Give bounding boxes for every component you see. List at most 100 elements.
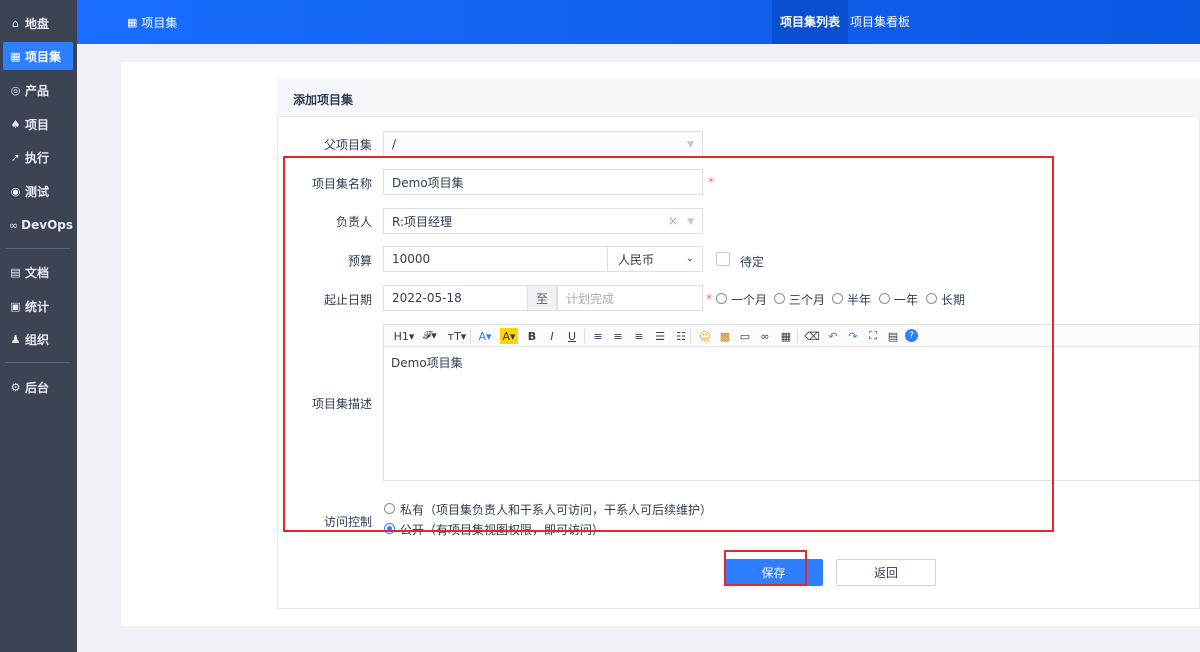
sidebar-item-label: 执行: [25, 150, 50, 165]
font-family-icon[interactable]: 𝓕▾: [420, 328, 440, 344]
sidebar-item-7[interactable]: ▤ 文档: [3, 258, 73, 286]
access-private-radio[interactable]: [384, 503, 395, 514]
sidebar-item-9[interactable]: ♟ 组织: [3, 325, 73, 353]
parent-program-select[interactable]: / ▼: [383, 131, 703, 157]
quick-date-label: 一年: [894, 293, 919, 307]
tab-program-kanban[interactable]: 项目集看板: [842, 0, 918, 44]
currency-select[interactable]: 人民币 ⌄: [608, 246, 703, 272]
doc-icon: ▤: [10, 265, 21, 279]
breadcrumb-label: 项目集: [141, 16, 178, 30]
sidebar-item-1[interactable]: ▦ 项目集: [3, 42, 73, 70]
budget-value: 10000: [392, 252, 431, 266]
fullscreen-icon[interactable]: ⛶: [865, 328, 881, 344]
sidebar-item-label: DevOps: [21, 218, 74, 232]
table-icon[interactable]: ▦: [778, 328, 794, 344]
grid-icon: ▦: [10, 49, 21, 63]
sidebar-item-3[interactable]: ♠ 项目: [3, 110, 73, 138]
save-button[interactable]: 保存: [724, 559, 823, 586]
access-private-label: 私有（项目集负责人和干系人可访问，干系人可后续维护）: [400, 503, 713, 517]
sidebar-item-4[interactable]: ➚ 执行: [3, 143, 73, 171]
quick-date-radio[interactable]: [926, 293, 937, 304]
tab-program-list[interactable]: 项目集列表: [772, 0, 849, 44]
sidebar: ⌂ 地盘 ▦ 项目集 ◎ 产品 ♠ 项目 ➚ 执行 ◉ 测试 ∞ DevOps ▤ 文档 ▣ 统计 ♟ 组织 ⚙ 后台: [0, 0, 77, 652]
owner-value: R:项目经理: [392, 214, 453, 229]
emoticon-icon[interactable]: ☺: [697, 328, 713, 344]
back-button[interactable]: 返回: [836, 559, 936, 586]
font-color-icon[interactable]: A▾: [476, 328, 494, 344]
heading-icon[interactable]: H1▾: [392, 328, 416, 344]
sidebar-item-5[interactable]: ◉ 测试: [3, 177, 73, 205]
start-date-input[interactable]: 2022-05-18: [383, 285, 528, 311]
home-icon: ⌂: [12, 16, 19, 30]
quick-date-radio[interactable]: [832, 293, 843, 304]
sidebar-item-label: 统计: [25, 299, 50, 314]
description-content[interactable]: Demo项目集: [391, 354, 463, 371]
sidebar-item-label: 产品: [25, 83, 50, 98]
sidebar-item-8[interactable]: ▣ 统计: [3, 292, 73, 320]
ordered-list-icon[interactable]: ☰: [652, 328, 668, 344]
infinity-icon: ∞: [9, 218, 19, 232]
quick-date-label: 一个月: [731, 293, 768, 307]
redo-icon[interactable]: ↷: [845, 328, 861, 344]
help-icon[interactable]: ?: [905, 329, 918, 342]
dates-label: 起止日期: [323, 293, 372, 307]
access-control-label: 访问控制: [323, 515, 372, 529]
underline-icon[interactable]: U: [565, 328, 579, 344]
description-editor[interactable]: H1▾ 𝓕▾ тT▾ A▾ A▾ B I U ≡ ≡ ≡ ☰ ☷ ☺ ▩ ▭ ∞ ▦ ⌫ ↶ ↷ ⛶ ▤? Demo项目集: [383, 324, 1200, 481]
sidebar-item-0[interactable]: ⌂ 地盘: [3, 9, 73, 37]
quick-date-label: 半年: [847, 293, 872, 307]
required-mark: *: [708, 175, 714, 189]
owner-select[interactable]: R:项目经理 × ▼: [383, 208, 703, 234]
sidebar-divider: [5, 362, 70, 363]
project-icon: ♠: [10, 117, 21, 131]
source-icon[interactable]: ▤: [885, 328, 901, 344]
quick-date-label: 三个月: [789, 293, 826, 307]
program-name-value: Demo项目集: [392, 175, 464, 190]
undo-icon[interactable]: ↶: [825, 328, 841, 344]
eraser-icon[interactable]: ⌫: [804, 328, 820, 344]
access-public-radio[interactable]: [384, 523, 395, 534]
owner-label: 负责人: [335, 215, 372, 229]
link-icon[interactable]: ∞: [757, 328, 773, 344]
quick-date-radio[interactable]: [774, 293, 785, 304]
quick-date-radio[interactable]: [716, 293, 727, 304]
currency-value: 人民币: [618, 252, 655, 267]
sidebar-item-10[interactable]: ⚙ 后台: [3, 373, 73, 401]
budget-pending-label: 待定: [740, 255, 765, 269]
quick-date-radio[interactable]: [879, 293, 890, 304]
toolbar-divider: [690, 329, 691, 343]
grid-icon: ▦: [127, 16, 138, 29]
budget-pending-checkbox[interactable]: [716, 252, 730, 266]
unordered-list-icon[interactable]: ☷: [673, 328, 689, 344]
clear-icon[interactable]: ×: [668, 214, 678, 228]
highlight-icon[interactable]: A▾: [500, 328, 518, 344]
sidebar-item-2[interactable]: ◎ 产品: [3, 76, 73, 104]
sidebar-item-label: 项目: [25, 117, 50, 132]
sidebar-item-label: 文档: [25, 265, 50, 280]
editor-toolbar: H1▾ 𝓕▾ тT▾ A▾ A▾ B I U ≡ ≡ ≡ ☰ ☷ ☺ ▩ ▭ ∞ ▦ ⌫ ↶ ↷ ⛶ ▤?: [384, 325, 1199, 347]
end-date-input[interactable]: 计划完成: [557, 285, 703, 311]
align-left-icon[interactable]: ≡: [590, 328, 606, 344]
chevron-down-icon: ▼: [687, 140, 694, 150]
font-size-icon[interactable]: тT▾: [445, 328, 469, 344]
description-label: 项目集描述: [311, 397, 372, 411]
sidebar-item-6[interactable]: ∞ DevOps: [3, 211, 73, 239]
toolbar-divider: [470, 329, 471, 343]
sidebar-item-label: 地盘: [25, 16, 50, 31]
quick-date-label: 长期: [941, 293, 966, 307]
sidebar-item-label: 后台: [25, 380, 50, 395]
image-icon[interactable]: ▩: [717, 328, 733, 344]
sidebar-item-label: 组织: [25, 332, 50, 347]
toolbar-divider: [584, 329, 585, 343]
sidebar-item-label: 测试: [25, 184, 50, 199]
align-right-icon[interactable]: ≡: [631, 328, 647, 344]
program-name-input[interactable]: Demo项目集: [383, 169, 703, 195]
end-date-placeholder: 计划完成: [566, 291, 615, 306]
bold-icon[interactable]: B: [525, 328, 539, 344]
code-icon[interactable]: ▭: [737, 328, 753, 344]
breadcrumb[interactable]: ▦ 项目集: [127, 14, 177, 31]
align-center-icon[interactable]: ≡: [610, 328, 626, 344]
italic-icon[interactable]: I: [545, 328, 559, 344]
budget-input[interactable]: 10000: [383, 246, 608, 272]
toolbar-divider: [797, 329, 798, 343]
